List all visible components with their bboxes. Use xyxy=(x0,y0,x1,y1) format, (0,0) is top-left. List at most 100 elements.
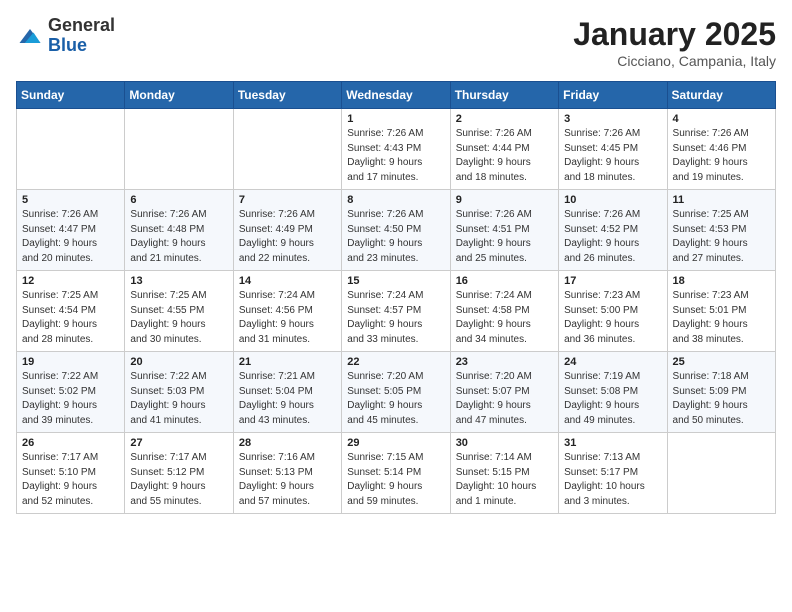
day-info: Sunrise: 7:25 AM Sunset: 4:53 PM Dayligh… xyxy=(673,208,770,266)
calendar-cell: 3 Sunrise: 7:26 AM Sunset: 4:45 PM Daylig… xyxy=(559,109,667,190)
day-number: 23 xyxy=(456,356,553,368)
calendar-cell: 26 Sunrise: 7:17 AM Sunset: 5:10 PM Dayli… xyxy=(17,433,125,514)
logo: General Blue xyxy=(16,16,115,56)
calendar-cell: 1Sunrise: 7:26 AM Sunset: 4:43 PM Daylig… xyxy=(342,109,450,190)
calendar-cell: 27 Sunrise: 7:17 AM Sunset: 5:12 PM Dayli… xyxy=(125,433,233,514)
weekday-header-row: SundayMondayTuesdayWednesdayThursdayFrid… xyxy=(17,82,776,109)
day-number: 17 xyxy=(564,275,661,287)
calendar-week-row: 26 Sunrise: 7:17 AM Sunset: 5:10 PM Dayli… xyxy=(17,433,776,514)
day-number: 7 xyxy=(239,194,336,206)
calendar-cell: 13Sunrise: 7:25 AM Sunset: 4:55 PM Dayli… xyxy=(125,271,233,352)
day-info: Sunrise: 7:26 AM Sunset: 4:50 PM Dayligh… xyxy=(347,208,444,266)
day-info: Sunrise: 7:20 AM Sunset: 5:07 PM Dayligh… xyxy=(456,370,553,428)
day-number: 3 xyxy=(564,113,661,125)
calendar-cell xyxy=(125,109,233,190)
day-number: 19 xyxy=(22,356,119,368)
day-number: 11 xyxy=(673,194,770,206)
calendar-cell: 25 Sunrise: 7:18 AM Sunset: 5:09 PM Dayli… xyxy=(667,352,775,433)
day-info: Sunrise: 7:23 AM Sunset: 5:00 PM Dayligh… xyxy=(564,289,661,347)
calendar-cell: 29 Sunrise: 7:15 AM Sunset: 5:14 PM Dayli… xyxy=(342,433,450,514)
calendar-cell: 6 Sunrise: 7:26 AM Sunset: 4:48 PM Daylig… xyxy=(125,190,233,271)
calendar-cell: 21 Sunrise: 7:21 AM Sunset: 5:04 PM Dayli… xyxy=(233,352,341,433)
day-info: Sunrise: 7:25 AM Sunset: 4:54 PM Dayligh… xyxy=(22,289,119,347)
weekday-header-monday: Monday xyxy=(125,82,233,109)
calendar-cell: 5Sunrise: 7:26 AM Sunset: 4:47 PM Daylig… xyxy=(17,190,125,271)
day-number: 22 xyxy=(347,356,444,368)
logo-general-text: General xyxy=(48,15,115,35)
calendar-cell: 28Sunrise: 7:16 AM Sunset: 5:13 PM Dayli… xyxy=(233,433,341,514)
calendar-cell xyxy=(233,109,341,190)
day-info: Sunrise: 7:15 AM Sunset: 5:14 PM Dayligh… xyxy=(347,451,444,509)
day-number: 21 xyxy=(239,356,336,368)
day-number: 12 xyxy=(22,275,119,287)
title-block: January 2025 Cicciano, Campania, Italy xyxy=(573,16,776,69)
day-info: Sunrise: 7:21 AM Sunset: 5:04 PM Dayligh… xyxy=(239,370,336,428)
location: Cicciano, Campania, Italy xyxy=(573,53,776,69)
day-number: 15 xyxy=(347,275,444,287)
calendar-cell: 15 Sunrise: 7:24 AM Sunset: 4:57 PM Dayli… xyxy=(342,271,450,352)
month-title: January 2025 xyxy=(573,16,776,53)
day-info: Sunrise: 7:19 AM Sunset: 5:08 PM Dayligh… xyxy=(564,370,661,428)
day-info: Sunrise: 7:24 AM Sunset: 4:58 PM Dayligh… xyxy=(456,289,553,347)
day-info: Sunrise: 7:16 AM Sunset: 5:13 PM Dayligh… xyxy=(239,451,336,509)
weekday-header-saturday: Saturday xyxy=(667,82,775,109)
weekday-header-friday: Friday xyxy=(559,82,667,109)
day-info: Sunrise: 7:26 AM Sunset: 4:51 PM Dayligh… xyxy=(456,208,553,266)
calendar-cell: 31Sunrise: 7:13 AM Sunset: 5:17 PM Dayli… xyxy=(559,433,667,514)
day-number: 4 xyxy=(673,113,770,125)
day-number: 30 xyxy=(456,437,553,449)
calendar-week-row: 1Sunrise: 7:26 AM Sunset: 4:43 PM Daylig… xyxy=(17,109,776,190)
logo-blue-text: Blue xyxy=(48,35,87,55)
calendar-cell: 4 Sunrise: 7:26 AM Sunset: 4:46 PM Daylig… xyxy=(667,109,775,190)
weekday-header-thursday: Thursday xyxy=(450,82,558,109)
day-number: 1 xyxy=(347,113,444,125)
day-info: Sunrise: 7:24 AM Sunset: 4:56 PM Dayligh… xyxy=(239,289,336,347)
day-info: Sunrise: 7:26 AM Sunset: 4:44 PM Dayligh… xyxy=(456,127,553,185)
day-number: 27 xyxy=(130,437,227,449)
calendar-table: SundayMondayTuesdayWednesdayThursdayFrid… xyxy=(16,81,776,514)
calendar-cell: 22 Sunrise: 7:20 AM Sunset: 5:05 PM Dayli… xyxy=(342,352,450,433)
day-number: 29 xyxy=(347,437,444,449)
day-info: Sunrise: 7:26 AM Sunset: 4:52 PM Dayligh… xyxy=(564,208,661,266)
day-number: 18 xyxy=(673,275,770,287)
weekday-header-sunday: Sunday xyxy=(17,82,125,109)
calendar-cell: 24 Sunrise: 7:19 AM Sunset: 5:08 PM Dayli… xyxy=(559,352,667,433)
day-info: Sunrise: 7:26 AM Sunset: 4:45 PM Dayligh… xyxy=(564,127,661,185)
day-info: Sunrise: 7:17 AM Sunset: 5:12 PM Dayligh… xyxy=(130,451,227,509)
day-info: Sunrise: 7:23 AM Sunset: 5:01 PM Dayligh… xyxy=(673,289,770,347)
day-info: Sunrise: 7:22 AM Sunset: 5:02 PM Dayligh… xyxy=(22,370,119,428)
calendar-cell: 17 Sunrise: 7:23 AM Sunset: 5:00 PM Dayli… xyxy=(559,271,667,352)
calendar-cell: 11 Sunrise: 7:25 AM Sunset: 4:53 PM Dayli… xyxy=(667,190,775,271)
calendar-cell: 30Sunrise: 7:14 AM Sunset: 5:15 PM Dayli… xyxy=(450,433,558,514)
calendar-cell xyxy=(667,433,775,514)
calendar-week-row: 19 Sunrise: 7:22 AM Sunset: 5:02 PM Dayli… xyxy=(17,352,776,433)
calendar-cell: 10 Sunrise: 7:26 AM Sunset: 4:52 PM Dayli… xyxy=(559,190,667,271)
calendar-cell: 14 Sunrise: 7:24 AM Sunset: 4:56 PM Dayli… xyxy=(233,271,341,352)
day-number: 2 xyxy=(456,113,553,125)
day-info: Sunrise: 7:20 AM Sunset: 5:05 PM Dayligh… xyxy=(347,370,444,428)
day-number: 8 xyxy=(347,194,444,206)
calendar-week-row: 5Sunrise: 7:26 AM Sunset: 4:47 PM Daylig… xyxy=(17,190,776,271)
day-info: Sunrise: 7:26 AM Sunset: 4:46 PM Dayligh… xyxy=(673,127,770,185)
day-info: Sunrise: 7:13 AM Sunset: 5:17 PM Dayligh… xyxy=(564,451,661,509)
day-number: 5 xyxy=(22,194,119,206)
day-info: Sunrise: 7:26 AM Sunset: 4:48 PM Dayligh… xyxy=(130,208,227,266)
day-number: 24 xyxy=(564,356,661,368)
day-info: Sunrise: 7:17 AM Sunset: 5:10 PM Dayligh… xyxy=(22,451,119,509)
logo-icon xyxy=(16,22,44,50)
day-info: Sunrise: 7:24 AM Sunset: 4:57 PM Dayligh… xyxy=(347,289,444,347)
day-number: 14 xyxy=(239,275,336,287)
calendar-cell: 18 Sunrise: 7:23 AM Sunset: 5:01 PM Dayli… xyxy=(667,271,775,352)
day-number: 25 xyxy=(673,356,770,368)
day-number: 10 xyxy=(564,194,661,206)
page-header: General Blue January 2025 Cicciano, Camp… xyxy=(16,16,776,69)
day-number: 26 xyxy=(22,437,119,449)
calendar-cell: 2 Sunrise: 7:26 AM Sunset: 4:44 PM Daylig… xyxy=(450,109,558,190)
day-number: 9 xyxy=(456,194,553,206)
day-number: 16 xyxy=(456,275,553,287)
day-number: 6 xyxy=(130,194,227,206)
calendar-cell: 19 Sunrise: 7:22 AM Sunset: 5:02 PM Dayli… xyxy=(17,352,125,433)
calendar-cell: 12 Sunrise: 7:25 AM Sunset: 4:54 PM Dayli… xyxy=(17,271,125,352)
day-info: Sunrise: 7:18 AM Sunset: 5:09 PM Dayligh… xyxy=(673,370,770,428)
day-number: 20 xyxy=(130,356,227,368)
